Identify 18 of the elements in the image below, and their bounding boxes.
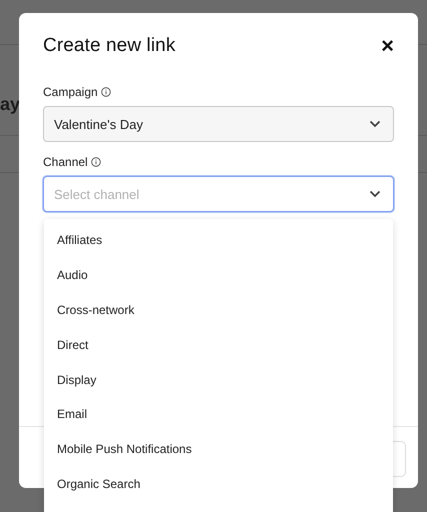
menu-item[interactable]: Organic Search	[44, 466, 393, 502]
select-field[interactable]: Valentine's Day	[43, 106, 394, 142]
menu-item[interactable]: Direct	[44, 327, 393, 362]
info-icon	[100, 87, 111, 97]
menu-item[interactable]: Email	[44, 396, 393, 432]
chevron-down-icon	[369, 190, 381, 198]
menu-item[interactable]: Display	[44, 362, 393, 397]
field-label: Channel	[43, 155, 88, 169]
menu-item[interactable]: Cross-network	[44, 292, 393, 328]
menu-item[interactable]: Mobile Push Notifications	[44, 432, 393, 467]
close-button[interactable]: ×	[381, 35, 394, 57]
field-label: Campaign	[43, 85, 98, 99]
menu-item[interactable]: Affiliates	[44, 223, 393, 258]
page-heading: ay	[0, 94, 20, 115]
info-icon	[90, 157, 101, 167]
dialog-title: Create new link	[43, 35, 176, 57]
menu-item[interactable]: Audio	[44, 258, 393, 293]
chevron-down-icon	[369, 120, 381, 128]
